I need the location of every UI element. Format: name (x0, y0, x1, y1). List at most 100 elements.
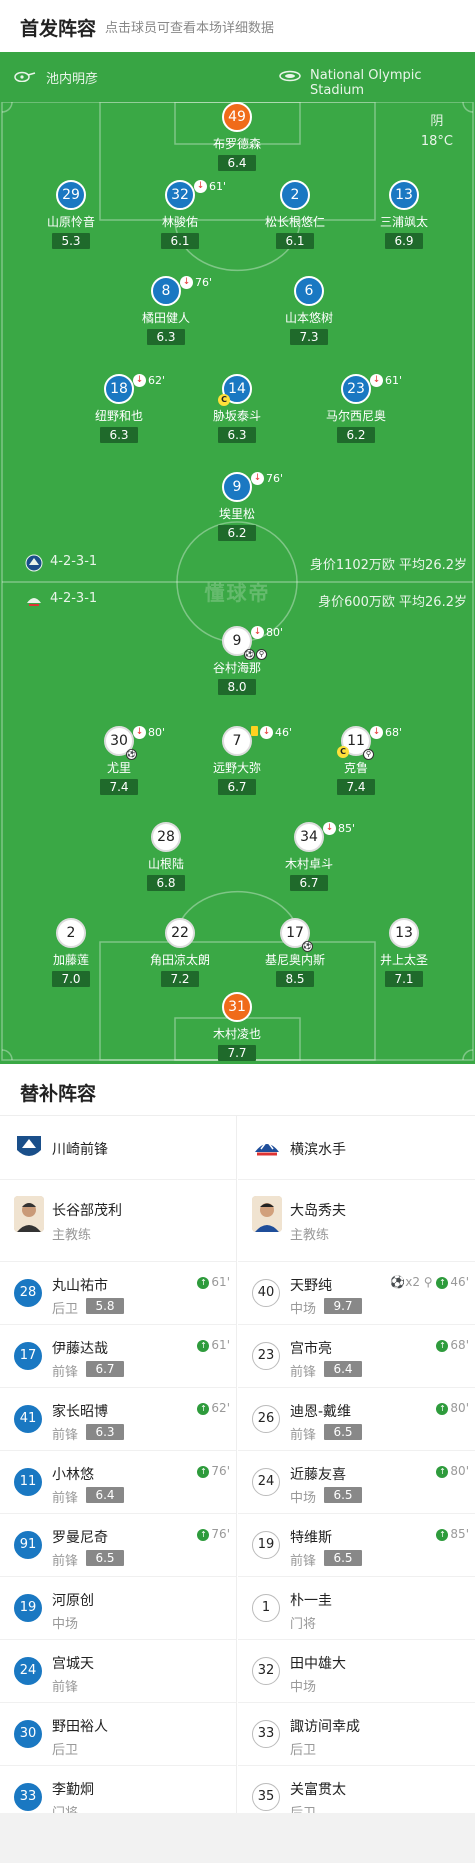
away-player[interactable]: 11 ↓ 68' C ⚲ 克鲁 7.4 (296, 726, 416, 795)
sub-time: 62' (148, 374, 166, 387)
sub-rating: 9.7 (324, 1298, 362, 1314)
home-player[interactable]: 9 ↓ 76' 埃里松 6.2 (177, 472, 297, 541)
sub-number: 19 (14, 1594, 42, 1622)
player-rating: 6.8 (147, 875, 185, 891)
coach-role: 主教练 (52, 1228, 92, 1243)
away-player[interactable]: 22 角田凉太朗 7.2 (120, 918, 240, 987)
player-name: 三浦飒太 (379, 215, 428, 229)
sub-player-row[interactable]: 28 丸山祐市 后卫 5.8 ↑ 61' (0, 1262, 236, 1325)
home-player[interactable]: 14 C 胁坂泰斗 6.3 (177, 374, 297, 443)
away-team-row[interactable]: 横滨水手 (238, 1116, 475, 1180)
player-number: 28 (151, 822, 181, 852)
sub-player-row[interactable]: 33 諏访间幸成 后卫 (238, 1703, 475, 1766)
sub-in-time: ↑ 76' (197, 1464, 230, 1478)
away-player[interactable]: 34 ↓ 85' 木村卓斗 6.7 (249, 822, 369, 891)
player-rating: 7.3 (290, 329, 328, 345)
sub-out-tag: ↓ 61' (370, 374, 402, 388)
player-number: 9 (232, 479, 242, 495)
sub-position: 前锋 (290, 1365, 317, 1380)
sub-player-row[interactable]: 1 朴一圭 门将 (238, 1577, 475, 1640)
player-rating: 6.9 (385, 233, 423, 249)
player-number: 30 (110, 733, 128, 749)
home-player[interactable]: 29 山原怜音 5.3 (11, 180, 131, 249)
player-number: 14 (228, 381, 246, 397)
sub-player-row[interactable]: 19 河原创 中场 (0, 1577, 236, 1640)
sub-out-icon: ↓ (370, 374, 383, 387)
weather: 阴 18°C (421, 112, 453, 152)
sub-number: 30 (14, 1720, 42, 1748)
sub-player-row[interactable]: 24 宫城天 前锋 (0, 1640, 236, 1703)
player-rating: 6.7 (218, 779, 256, 795)
home-player[interactable]: 49 布罗德森 6.4 (177, 102, 297, 171)
home-team-row[interactable]: 川崎前锋 (0, 1116, 236, 1180)
away-player[interactable]: 31 木村凌也 7.7 (177, 992, 297, 1061)
sub-player-row[interactable]: 91 罗曼尼奇 前锋 6.5 ↑ 76' (0, 1514, 236, 1577)
home-player[interactable]: 18 ↓ 62' 纽野和也 6.3 (59, 374, 179, 443)
home-formation: 4-2-3-1 (50, 554, 98, 569)
sub-player-row[interactable]: 40 天野纯 中场 9.7 ⚽x2 ⚲ ↑ 46' (238, 1262, 475, 1325)
sub-in-time: ⚽x2 ⚲ ↑ 46' (390, 1275, 469, 1289)
player-number: 22 (165, 918, 195, 948)
sub-name: 伊藤达哉 (52, 1341, 108, 1357)
away-player[interactable]: 28 山根陆 6.8 (106, 822, 226, 891)
sub-player-row[interactable]: 41 家长昭博 前锋 6.3 ↑ 62' (0, 1388, 236, 1451)
sub-number: 11 (14, 1468, 42, 1496)
home-player[interactable]: 2 松长根悠仁 6.1 (235, 180, 355, 249)
sub-number: 91 (14, 1531, 42, 1559)
sub-number: 17 (14, 1342, 42, 1370)
sub-position: 前锋 (52, 1491, 79, 1506)
sub-in-time: ↑ 62' (197, 1401, 230, 1415)
assist-icon: ⚲ (363, 749, 374, 760)
sub-name: 家长昭博 (52, 1404, 108, 1420)
away-player[interactable]: 30 ↓ 80' ⚽ 尤里 7.4 (59, 726, 179, 795)
away-player[interactable]: 17 ⚽ 基尼奥内斯 8.5 (235, 918, 355, 987)
home-coach-row[interactable]: 长谷部茂利 主教练 (0, 1180, 236, 1262)
sub-out-tag: ↓ 62' (133, 374, 165, 388)
sub-position: 中场 (52, 1617, 79, 1632)
sub-player-row[interactable]: 17 伊藤达哉 前锋 6.7 ↑ 61' (0, 1325, 236, 1388)
away-player[interactable]: 13 井上太圣 7.1 (344, 918, 464, 987)
player-name: 山本悠树 (284, 311, 333, 325)
coach-role: 主教练 (290, 1228, 330, 1243)
sub-player-row[interactable]: 11 小林悠 前锋 6.4 ↑ 76' (0, 1451, 236, 1514)
sub-out-icon: ↓ (180, 276, 193, 289)
player-number: 11 (347, 733, 365, 749)
sub-player-row[interactable]: 23 宫市亮 前锋 6.4 ↑ 68' (238, 1325, 475, 1388)
player-name: 远野大弥 (212, 761, 261, 775)
sub-player-row[interactable]: 24 近藤友喜 中场 6.5 ↑ 80' (238, 1451, 475, 1514)
sub-player-row[interactable]: 19 特维斯 前锋 6.5 ↑ 85' (238, 1514, 475, 1577)
sub-out-tag: ↓ 46' (251, 726, 292, 740)
away-coach-row[interactable]: 大岛秀夫 主教练 (238, 1180, 475, 1262)
home-team-info: 4-2-3-1 身价1102万欧 平均26.2岁 (0, 552, 475, 574)
home-player[interactable]: 8 ↓ 76' 橘田健人 6.3 (106, 276, 226, 345)
sub-player-row[interactable]: 32 田中雄大 中场 (238, 1640, 475, 1703)
player-number: 31 (222, 992, 252, 1022)
away-team-logo-icon (255, 1139, 279, 1156)
sub-in-time: ↑ 80' (436, 1464, 469, 1478)
player-rating: 6.7 (290, 875, 328, 891)
sub-in-time: ↑ 61' (197, 1275, 230, 1289)
yellow-card-icon (251, 726, 258, 736)
away-player[interactable]: 2 加藤莲 7.0 (11, 918, 131, 987)
goal-icon: ⚽ (126, 749, 137, 760)
home-player[interactable]: 32 ↓ 61' 林骏佑 6.1 (120, 180, 240, 249)
sub-in-time: ↑ 76' (197, 1527, 230, 1541)
sub-in-time: ↑ 85' (436, 1527, 469, 1541)
pitch: 池内明彦 National Olympic Stadium 阴 18°C 懂球帝… (0, 52, 475, 1064)
player-number: 7 (232, 733, 242, 749)
sub-position: 后卫 (52, 1743, 79, 1758)
home-player[interactable]: 23 ↓ 61' 马尔西尼奥 6.2 (296, 374, 416, 443)
sub-position: 前锋 (290, 1554, 317, 1569)
page-footer-space (0, 1813, 475, 1863)
sub-player-row[interactable]: 30 野田裕人 后卫 (0, 1703, 236, 1766)
sub-in-icon: ↑ (436, 1465, 449, 1478)
sub-number: 33 (252, 1720, 280, 1748)
home-player[interactable]: 6 山本悠树 7.3 (249, 276, 369, 345)
player-rating: 6.2 (218, 525, 256, 541)
sub-out-icon: ↓ (133, 374, 146, 387)
home-player[interactable]: 13 三浦飒太 6.9 (344, 180, 464, 249)
team-name: 横滨水手 (290, 1142, 346, 1158)
away-player[interactable]: 9 ↓ 80' ⚽ ⚲ 谷村海那 8.0 (177, 626, 297, 695)
sub-player-row[interactable]: 26 迪恩-戴维 前锋 6.5 ↑ 80' (238, 1388, 475, 1451)
away-player[interactable]: 7 ↓ 46' 远野大弥 6.7 (177, 726, 297, 795)
